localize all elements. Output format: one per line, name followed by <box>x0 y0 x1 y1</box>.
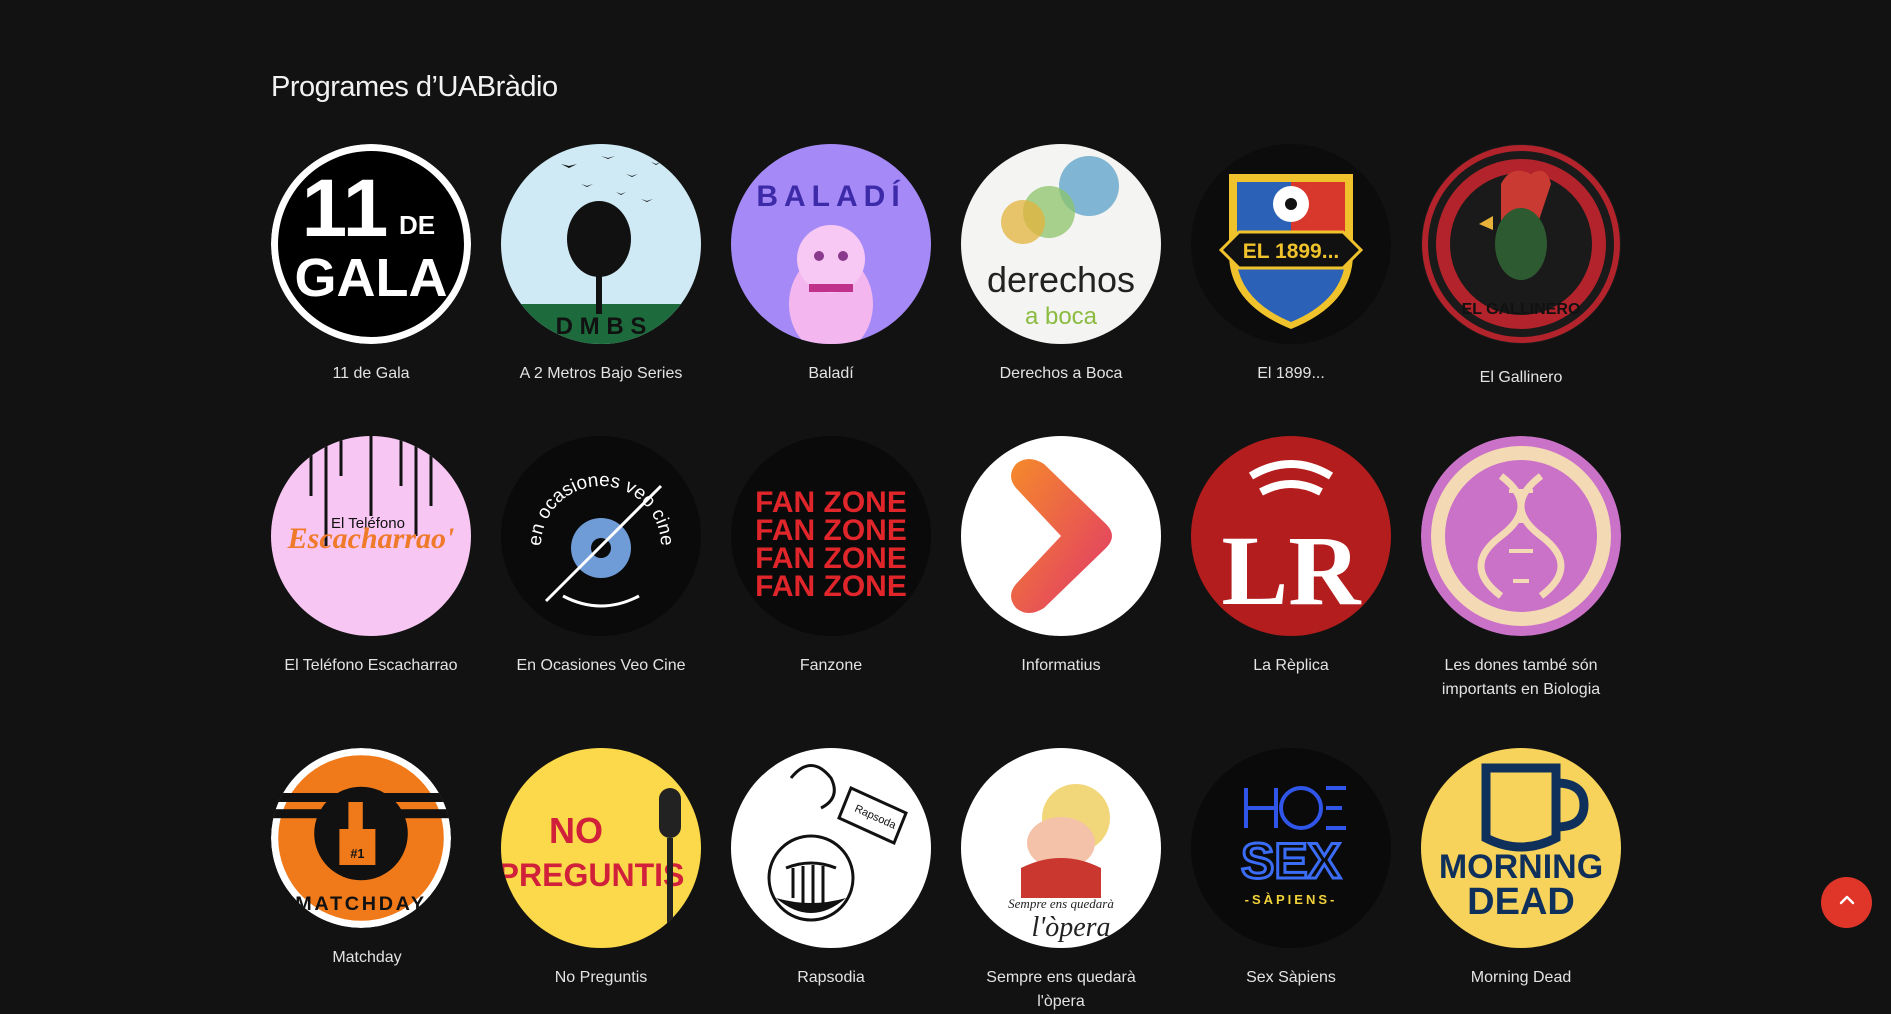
program-name[interactable]: No Preguntis <box>501 966 701 990</box>
foam-finger-logo[interactable]: #1 MATCHDAY <box>271 748 451 928</box>
program-name[interactable]: Matchday <box>271 946 463 970</box>
chevron-up-icon <box>1837 890 1857 915</box>
program-card-la-replica[interactable]: LR La Rèplica <box>1191 436 1391 678</box>
dna-logo[interactable] <box>1421 436 1621 636</box>
circles-logo[interactable]: derechos a boca <box>961 144 1161 344</box>
program-name[interactable]: Informatius <box>961 654 1161 678</box>
fanzone-logo[interactable]: FAN ZONE FAN ZONE FAN ZONE FAN ZONE <box>731 436 931 636</box>
svg-text:-SÀPIENS-: -SÀPIENS- <box>1245 892 1338 907</box>
program-name[interactable]: Les dones també són importants en Biolog… <box>1421 654 1621 702</box>
program-name[interactable]: A 2 Metros Bajo Series <box>501 362 701 386</box>
mug-logo[interactable]: MORNING DEAD <box>1421 748 1621 948</box>
rooster-logo[interactable]: EL GALLINERO <box>1421 144 1621 344</box>
program-name[interactable]: Baladí <box>731 362 931 386</box>
svg-text:a boca: a boca <box>1025 303 1098 330</box>
disc-logo[interactable]: en ocasiones veo cine <box>501 436 701 636</box>
svg-text:GALA: GALA <box>295 248 448 308</box>
svg-text:11: 11 <box>302 163 389 254</box>
program-name[interactable]: La Rèplica <box>1191 654 1391 678</box>
11-de-gala-logo[interactable]: 11 DE GALA <box>271 144 471 344</box>
svg-text:PREGUNTIS: PREGUNTIS <box>501 857 684 893</box>
program-name[interactable]: 11 de Gala <box>271 362 471 386</box>
program-card-el-telefono-escacharrao[interactable]: El Teléfono Escacharrao' El Teléfono Esc… <box>271 436 471 678</box>
program-card-derechos-a-boca[interactable]: derechos a boca Derechos a Boca <box>961 144 1161 386</box>
program-card-fanzone[interactable]: FAN ZONE FAN ZONE FAN ZONE FAN ZONE Fanz… <box>731 436 931 678</box>
program-name[interactable]: El 1899... <box>1191 362 1391 386</box>
program-card-les-dones-biologia[interactable]: Les dones també són importants en Biolog… <box>1421 436 1621 702</box>
svg-text:EL 1899...: EL 1899... <box>1243 240 1340 263</box>
svg-text:l'òpera: l'òpera <box>1031 912 1110 943</box>
svg-text:Sempre ens quedarà: Sempre ens quedarà <box>1008 896 1114 911</box>
page-title: Programes d’UABràdio <box>271 71 558 104</box>
tree-birds-logo[interactable]: D M B S <box>501 144 701 344</box>
program-card-en-ocasiones-veo-cine[interactable]: en ocasiones veo cine En Ocasiones Veo C… <box>501 436 701 678</box>
program-card-a-2-metros-bajo-series[interactable]: D M B S A 2 Metros Bajo Series <box>501 144 701 386</box>
svg-text:DEAD: DEAD <box>1467 881 1575 923</box>
program-card-no-preguntis[interactable]: NO PREGUNTIS No Preguntis <box>501 748 701 990</box>
program-name[interactable]: Derechos a Boca <box>961 362 1161 386</box>
neon-sex-logo[interactable]: SEX -SÀPIENS- <box>1191 748 1391 948</box>
lr-logo[interactable]: LR <box>1191 436 1391 636</box>
program-name[interactable]: Fanzone <box>731 654 931 678</box>
svg-text:NO: NO <box>549 810 603 851</box>
svg-text:#1: #1 <box>350 847 364 861</box>
telephone-logo[interactable]: El Teléfono Escacharrao' <box>271 436 471 636</box>
program-card-morning-dead[interactable]: MORNING DEAD Morning Dead <box>1421 748 1621 990</box>
svg-text:Escacharrao': Escacharrao' <box>287 522 455 555</box>
program-card-11-de-gala[interactable]: 11 DE GALA 11 de Gala <box>271 144 471 386</box>
svg-text:LR: LR <box>1222 515 1363 626</box>
program-name[interactable]: El Gallinero <box>1421 366 1621 390</box>
program-card-sex-sapiens[interactable]: SEX -SÀPIENS- Sex Sàpiens <box>1191 748 1391 990</box>
program-card-el-1899[interactable]: EL 1899... El 1899... <box>1191 144 1391 386</box>
svg-text:SEX: SEX <box>1241 833 1341 889</box>
program-name[interactable]: En Ocasiones Veo Cine <box>501 654 701 678</box>
program-card-sempre-ens-quedara-lopera[interactable]: Sempre ens quedarà l'òpera Sempre ens qu… <box>961 748 1161 1014</box>
svg-text:DE: DE <box>399 210 435 240</box>
svg-text:FAN ZONE: FAN ZONE <box>755 570 907 603</box>
lyre-urn-logo[interactable]: Rapsoda <box>731 748 931 948</box>
program-card-matchday[interactable]: #1 MATCHDAY Matchday <box>271 748 471 970</box>
play-arrow-logo[interactable] <box>961 436 1161 636</box>
program-name[interactable]: Morning Dead <box>1421 966 1621 990</box>
program-card-el-gallinero[interactable]: EL GALLINERO El Gallinero <box>1421 144 1621 390</box>
svg-text:MATCHDAY: MATCHDAY <box>295 893 427 915</box>
scroll-to-top-button[interactable] <box>1821 877 1872 928</box>
program-name[interactable]: El Teléfono Escacharrao <box>271 654 471 678</box>
svg-text:D M B S: D M B S <box>556 313 647 340</box>
program-card-baladi[interactable]: BALADÍ Baladí <box>731 144 931 386</box>
program-name[interactable]: Rapsodia <box>731 966 931 990</box>
program-card-informatius[interactable]: Informatius <box>961 436 1161 678</box>
football-crest-logo[interactable]: EL 1899... <box>1191 144 1391 344</box>
program-name[interactable]: Sempre ens quedarà l'òpera <box>961 966 1161 1014</box>
opera-singer-logo[interactable]: Sempre ens quedarà l'òpera <box>961 748 1161 948</box>
microphone-logo[interactable]: NO PREGUNTIS <box>501 748 701 948</box>
svg-text:derechos: derechos <box>987 259 1135 300</box>
program-card-rapsodia[interactable]: Rapsoda Rapsodia <box>731 748 931 990</box>
program-name[interactable]: Sex Sàpiens <box>1191 966 1391 990</box>
svg-text:EL GALLINERO: EL GALLINERO <box>1462 301 1581 318</box>
lucky-cat-logo[interactable]: BALADÍ <box>731 144 931 344</box>
svg-text:BALADÍ: BALADÍ <box>756 179 905 213</box>
